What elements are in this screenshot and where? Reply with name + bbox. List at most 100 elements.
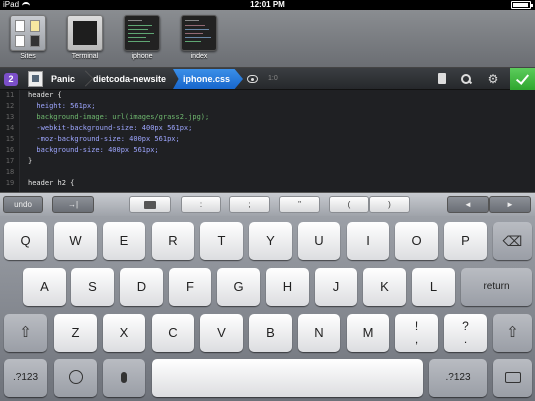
status-bar: iPad 12:01 PM (0, 0, 535, 10)
breadcrumb-panic[interactable]: Panic (51, 68, 75, 90)
code-line: 19 header h2 { (0, 179, 535, 188)
line-text: -moz-background-size: 400px 561px; (28, 135, 180, 143)
key-s[interactable]: S (71, 268, 114, 306)
site-icon[interactable] (28, 71, 43, 87)
gear-icon[interactable]: ⚙ (487, 73, 499, 85)
line-number: 12 (5, 102, 15, 110)
line-text: background-image: url(images/grass2.jpg)… (28, 113, 210, 121)
quote-key[interactable]: " (279, 196, 320, 213)
file-thumbnail-icon (124, 15, 160, 51)
code-line: 12 height: 561px; (0, 102, 535, 111)
key-question-period[interactable]: ? . (444, 314, 487, 352)
code-editor[interactable]: 11 header { 12 height: 561px; 13 backgro… (0, 90, 535, 192)
open-files-badge[interactable]: 2 (4, 73, 18, 86)
globe-icon (68, 370, 83, 385)
semicolon-key[interactable]: ; (229, 196, 270, 213)
line-number: 17 (5, 157, 15, 165)
key-top-char: ? (462, 319, 469, 333)
key-d[interactable]: D (120, 268, 163, 306)
colon-key[interactable]: : (181, 196, 221, 213)
key-h[interactable]: H (266, 268, 309, 306)
key-o[interactable]: O (395, 222, 438, 260)
key-x[interactable]: X (103, 314, 145, 352)
keyboard-hide-icon (504, 371, 521, 383)
breadcrumb-file[interactable]: iphone.css (173, 69, 243, 89)
search-icon[interactable] (460, 73, 472, 85)
cursor-position: 1:0 (268, 75, 278, 82)
return-key[interactable]: return (461, 268, 532, 306)
key-f[interactable]: F (169, 268, 211, 306)
key-z[interactable]: Z (54, 314, 97, 352)
cursor-left-key[interactable]: ◄ (447, 196, 489, 213)
key-e[interactable]: E (103, 222, 145, 260)
delete-key[interactable]: ⌫ (493, 222, 532, 260)
microphone-icon (121, 371, 127, 383)
code-line: 15 -moz-background-size: 400px 561px; (0, 135, 535, 144)
key-p[interactable]: P (444, 222, 487, 260)
document-icon[interactable] (436, 73, 448, 85)
shift-key-right[interactable]: ⇧ (493, 314, 532, 352)
project-label: index (190, 53, 208, 60)
battery-icon (511, 1, 533, 9)
eye-icon[interactable] (247, 75, 258, 83)
key-g[interactable]: G (217, 268, 260, 306)
key-n[interactable]: N (298, 314, 340, 352)
done-button[interactable] (510, 68, 535, 90)
key-w[interactable]: W (54, 222, 97, 260)
project-label: iphone (131, 53, 153, 60)
path-bar: 2 Panic dietcoda-newsite iphone.css 1:0 … (0, 68, 535, 90)
hide-keyboard-key[interactable] (493, 359, 532, 397)
key-bottom-char: , (414, 332, 419, 346)
tab-key[interactable]: →| (52, 196, 94, 213)
line-text: height: 561px; (28, 102, 96, 110)
project-label: Sites (20, 53, 36, 60)
code-line: 14 -webkit-background-size: 400px 561px; (0, 124, 535, 133)
globe-key[interactable] (54, 359, 97, 397)
key-m[interactable]: M (347, 314, 389, 352)
key-r[interactable]: R (152, 222, 194, 260)
file-thumbnail-icon (181, 15, 217, 51)
line-text: background-size: 400px 561px; (28, 146, 159, 154)
shift-icon: ⇧ (19, 324, 32, 341)
code-line: 17 } (0, 157, 535, 166)
breadcrumb-folder[interactable]: dietcoda-newsite (93, 68, 166, 90)
key-l[interactable]: L (412, 268, 455, 306)
snippet-icon (144, 201, 156, 209)
undo-button[interactable]: undo (3, 196, 43, 213)
key-b[interactable]: B (249, 314, 292, 352)
cursor-right-key[interactable]: ► (489, 196, 531, 213)
line-number: 19 (5, 179, 15, 187)
project-index[interactable]: index (174, 15, 224, 60)
close-paren-key[interactable]: ) (369, 196, 410, 213)
key-y[interactable]: Y (249, 222, 292, 260)
numbers-key-right[interactable]: .?123 (429, 359, 487, 397)
project-terminal[interactable]: Terminal (60, 15, 110, 60)
line-number: 14 (5, 124, 15, 132)
key-q[interactable]: Q (4, 222, 47, 260)
key-k[interactable]: K (363, 268, 406, 306)
code-line: 16 background-size: 400px 561px; (0, 146, 535, 155)
project-label: Terminal (71, 53, 99, 60)
key-t[interactable]: T (200, 222, 243, 260)
dictation-key[interactable] (103, 359, 145, 397)
snippet-button[interactable] (129, 196, 171, 213)
project-sites[interactable]: Sites (3, 15, 53, 60)
code-line: 11 header { (0, 91, 535, 100)
shift-key-left[interactable]: ⇧ (4, 314, 47, 352)
key-u[interactable]: U (298, 222, 340, 260)
key-top-char: ! (414, 319, 419, 333)
key-j[interactable]: J (315, 268, 357, 306)
project-iphone[interactable]: iphone (117, 15, 167, 60)
line-number: 18 (5, 168, 15, 176)
numbers-key-left[interactable]: .?123 (4, 359, 47, 397)
code-line: 13 background-image: url(images/grass2.j… (0, 113, 535, 122)
key-i[interactable]: I (347, 222, 389, 260)
terminal-icon (67, 15, 103, 51)
space-bar[interactable] (152, 359, 423, 397)
key-a[interactable]: A (23, 268, 66, 306)
key-c[interactable]: C (152, 314, 194, 352)
on-screen-keyboard: Q W E R T Y U I O P ⌫ A S D F G H J K L … (0, 216, 535, 401)
open-paren-key[interactable]: ( (329, 196, 369, 213)
key-v[interactable]: V (200, 314, 243, 352)
key-exclaim-comma[interactable]: ! , (395, 314, 438, 352)
